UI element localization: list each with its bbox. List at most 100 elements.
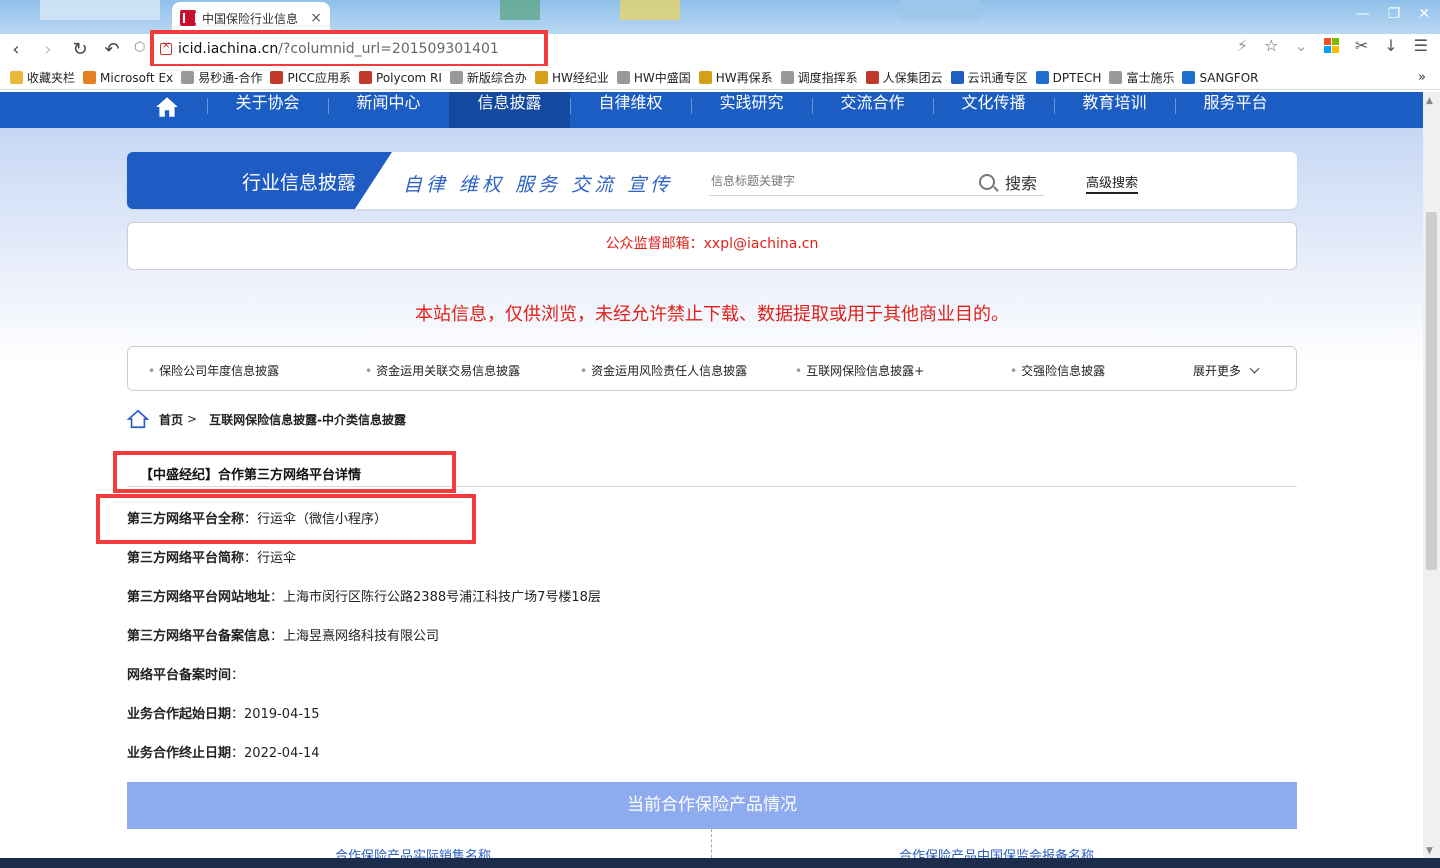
scroll-up-icon[interactable]: ▲	[1426, 96, 1433, 106]
bookmark-item[interactable]: HW经纪业	[534, 69, 609, 86]
field-colon: ：	[270, 629, 284, 644]
bookmark-item[interactable]: 收藏夹栏	[10, 69, 75, 86]
toolbar-right-actions: ⚡ ☆ ⌄ ✂︎ ↓ ☰	[1237, 36, 1428, 55]
field-colon: ：	[231, 707, 245, 722]
field-value: 上海昱熹网络科技有限公司	[283, 629, 440, 644]
search-panel: 行业信息披露 自律 维权 服务 交流 宣传 搜索 高级搜索	[127, 152, 1297, 209]
shield-icon: ⬡	[134, 40, 146, 55]
folder-icon	[10, 71, 23, 84]
bookmark-label: Microsoft Ex	[100, 70, 174, 85]
nav-item[interactable]: 实践研究	[691, 92, 812, 128]
address-text[interactable]: icid.iachina.cn/?columnid_url=2015093014…	[178, 41, 499, 57]
bookmark-label: 收藏夹栏	[27, 71, 76, 85]
search-button[interactable]: 搜索	[979, 170, 1037, 194]
category-link[interactable]: 交强险信息披露	[1010, 362, 1105, 379]
category-bar: 展开更多 保险公司年度信息披露 资金运用关联交易信息披露 资金运用风险责任人信息披露…	[127, 346, 1297, 391]
page-icon	[181, 71, 195, 84]
breadcrumb-home-link[interactable]: 首页	[159, 411, 183, 428]
bookmark-item[interactable]: 易秒通-合作	[181, 69, 262, 86]
bookmark-label: 新版综合办	[466, 71, 527, 85]
field-colon: ：	[270, 590, 284, 605]
bookmark-label: PICC应用系	[287, 71, 352, 85]
forward-icon[interactable]: ›	[32, 39, 64, 60]
bookmark-item[interactable]: HW中盛国	[616, 69, 691, 86]
nav-item[interactable]: 新闻中心	[328, 92, 449, 128]
tab-title: 中国保险行业信息	[202, 11, 299, 26]
home-icon[interactable]	[154, 94, 180, 120]
nav-item[interactable]: 自律维权	[570, 92, 691, 128]
site-nav: 关于协会 新闻中心 信息披露 自律维权 实践研究 交流合作 文化传播 教育培训 服务平台	[0, 92, 1423, 128]
bookmark-item[interactable]: SANGFOR	[1182, 71, 1258, 85]
download-icon[interactable]: ↓	[1384, 36, 1397, 55]
home-outline-icon[interactable]	[127, 408, 149, 430]
menu-icon[interactable]: ☰	[1414, 36, 1428, 55]
chevron-down-icon[interactable]: ⌄	[1294, 36, 1307, 55]
tab-close-icon[interactable]: ×	[310, 10, 322, 26]
bookmark-item[interactable]: 调度指挥系	[780, 69, 858, 86]
address-bar[interactable]: icid.iachina.cn/?columnid_url=2015093014…	[150, 30, 548, 68]
scrollbar-thumb[interactable]	[1426, 212, 1437, 570]
bookmark-item[interactable]: Polycom RI	[359, 71, 442, 85]
page-icon	[1109, 71, 1123, 84]
bookmark-label: 云讯通专区	[967, 71, 1028, 85]
bookmark-label: HW经纪业	[551, 71, 609, 85]
nav-item[interactable]: 信息披露	[449, 92, 570, 128]
bookmark-item[interactable]: Microsoft Ex	[83, 71, 173, 85]
bookmark-item[interactable]: 新版综合办	[449, 69, 527, 86]
advanced-search-link[interactable]: 高级搜索	[1086, 172, 1139, 194]
back-icon[interactable]: ‹	[0, 39, 32, 60]
detail-field: 第三方网络平台简称：行运伞	[127, 547, 296, 566]
bookmark-item[interactable]: 云讯通专区	[950, 69, 1028, 86]
restore-icon[interactable]: ❐	[1388, 6, 1401, 22]
expand-more-button[interactable]: 展开更多	[1193, 362, 1260, 379]
scroll-down-icon[interactable]: ▼	[1426, 846, 1433, 856]
search-label: 搜索	[1005, 174, 1038, 193]
nav-item[interactable]: 教育培训	[1054, 92, 1175, 128]
page-icon	[616, 71, 630, 84]
minimize-icon[interactable]: —	[1356, 6, 1370, 22]
bookmark-label: 人保集团云	[882, 71, 943, 85]
reload-icon[interactable]: ↻	[64, 39, 96, 60]
bookmark-label: SANGFOR	[1199, 70, 1259, 85]
apps-icon[interactable]	[1323, 38, 1339, 53]
bookmark-label: 富士施乐	[1126, 71, 1175, 85]
bookmark-item[interactable]: 富士施乐	[1109, 69, 1174, 86]
breadcrumb: 首页 > 互联网保险信息披露-中介类信息披露	[127, 408, 406, 430]
category-link[interactable]: 资金运用风险责任人信息披露	[580, 362, 747, 379]
bookmark-item[interactable]: DPTECH	[1035, 71, 1101, 85]
search-icon	[979, 174, 995, 190]
detail-field: 业务合作起始日期：2019-04-15	[127, 703, 320, 722]
undo-icon[interactable]: ↶	[96, 39, 128, 60]
detail-field: 业务合作终止日期：2022-04-14	[127, 742, 320, 761]
window-controls: — ❐ ✕	[1356, 6, 1430, 22]
picc-icon	[270, 71, 284, 84]
nav-item[interactable]: 服务平台	[1175, 92, 1296, 128]
address-path: /?columnid_url=201509301401	[278, 41, 499, 57]
nav-item[interactable]: 交流合作	[812, 92, 933, 128]
category-link[interactable]: 保险公司年度信息披露	[148, 362, 279, 379]
category-link[interactable]: 资金运用关联交易信息披露	[365, 362, 520, 379]
bookmark-item[interactable]: 人保集团云	[865, 69, 943, 86]
field-value: 上海市闵行区陈行公路2388号浦江科技广场7号楼18层	[283, 590, 601, 605]
category-link[interactable]: 互联网保险信息披露+	[795, 362, 924, 379]
field-key: 业务合作终止日期	[127, 746, 232, 761]
bookmark-item[interactable]: HW再保系	[698, 69, 773, 86]
bookmarks-overflow-icon[interactable]: »	[1418, 70, 1426, 85]
scissors-icon[interactable]: ✂︎	[1355, 36, 1368, 55]
page-icon	[449, 71, 463, 84]
expand-more-label: 展开更多	[1193, 364, 1242, 378]
bookmark-label: 易秒通-合作	[198, 71, 263, 85]
field-key: 第三方网络平台全称	[127, 512, 245, 527]
lightning-icon[interactable]: ⚡	[1237, 36, 1248, 55]
bookmark-item[interactable]: PICC应用系	[270, 69, 351, 86]
nav-item[interactable]: 文化传播	[933, 92, 1054, 128]
detail-field: 网络平台备案时间：	[127, 664, 244, 683]
site-favicon-icon	[180, 10, 197, 26]
close-window-icon[interactable]: ✕	[1418, 6, 1430, 22]
bookmark-label: HW再保系	[715, 71, 773, 85]
field-value: 2022-04-14	[244, 746, 320, 761]
page-icon	[780, 71, 794, 84]
tab-bar-decoration	[620, 0, 680, 20]
nav-item[interactable]: 关于协会	[207, 92, 328, 128]
star-icon[interactable]: ☆	[1264, 36, 1278, 55]
